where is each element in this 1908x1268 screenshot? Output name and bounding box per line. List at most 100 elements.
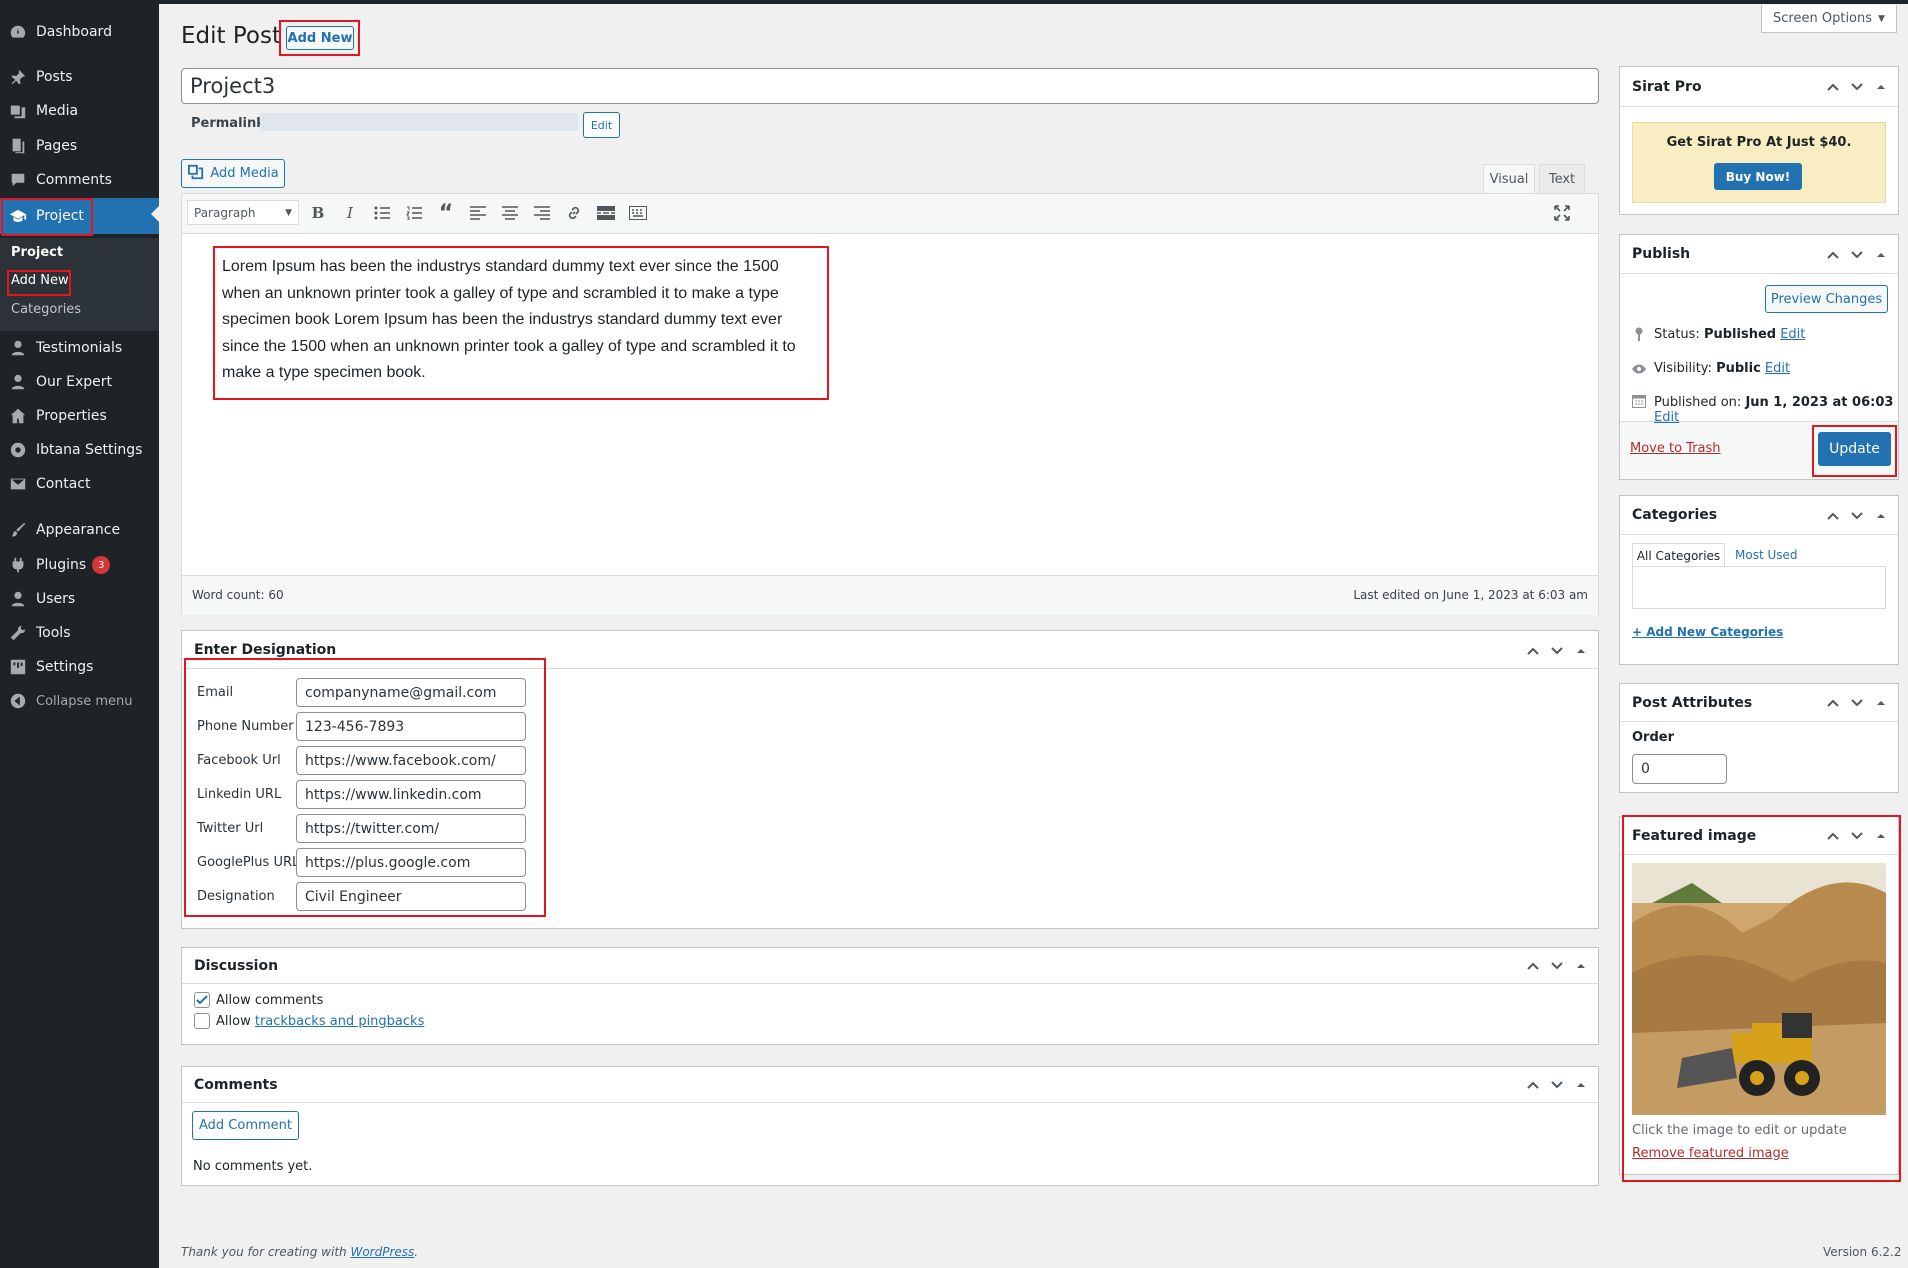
chevron-up-icon[interactable] [1526,959,1540,973]
buy-now-button[interactable]: Buy Now! [1714,163,1802,190]
collapse-menu-button[interactable]: Collapse menu [0,684,159,718]
sidebar-item-properties[interactable]: Properties [0,399,159,433]
submenu-categories[interactable]: Categories [11,302,81,317]
read-more-icon[interactable] [595,202,617,224]
chevron-up-icon[interactable] [1826,696,1840,710]
allow-prefix: Allow [216,1014,251,1029]
align-left-icon[interactable] [467,202,489,224]
chevron-down-icon[interactable] [1550,959,1564,973]
align-right-icon[interactable] [531,202,553,224]
bold-icon[interactable]: B [307,202,329,224]
sidebar-item-contact[interactable]: Contact [0,467,159,501]
bulleted-list-icon[interactable] [371,202,393,224]
add-new-category-link[interactable]: + Add New Categories [1632,625,1783,639]
collapse-arrow-icon[interactable] [1874,829,1888,843]
collapse-arrow-icon[interactable] [1874,696,1888,710]
tab-all-categories[interactable]: All Categories [1632,543,1725,567]
link-icon[interactable] [563,202,585,224]
field-label-facebook: Facebook Url [197,753,281,768]
blockquote-icon[interactable]: “ [435,201,457,226]
chevron-down-icon[interactable] [1850,829,1864,843]
collapse-arrow-icon[interactable] [1574,959,1588,973]
sidebar-item-testimonials[interactable]: Testimonials [0,331,159,365]
sidebar-item-comments[interactable]: Comments [0,163,159,197]
status-edit-link[interactable]: Edit [1780,327,1805,342]
linkedin-url-field[interactable]: https://www.linkedin.com [296,780,526,809]
featured-image-thumbnail[interactable] [1632,863,1886,1115]
sidebar-item-appearance[interactable]: Appearance [0,513,159,547]
collapse-arrow-icon[interactable] [1574,1078,1588,1092]
submenu-add-new[interactable]: Add New [11,273,69,288]
published-on-edit-link[interactable]: Edit [1654,410,1679,425]
chevron-up-icon[interactable] [1526,1078,1540,1092]
add-media-button[interactable]: Add Media [181,159,285,188]
status-row: Status: Published Edit [1654,327,1805,342]
published-on-label: Published on: [1654,395,1742,410]
move-to-trash-link[interactable]: Move to Trash [1630,441,1721,456]
post-content[interactable]: Lorem Ipsum has been the industrys stand… [222,254,818,387]
sidebar-item-tools[interactable]: Tools [0,616,159,650]
tab-visual[interactable]: Visual [1483,164,1535,193]
chevron-down-icon[interactable] [1850,248,1864,262]
wordpress-link[interactable]: WordPress [350,1245,414,1259]
chevron-up-icon[interactable] [1826,248,1840,262]
sidebar-item-users[interactable]: Users [0,582,159,616]
sidebar-item-ibtana-settings[interactable]: Ibtana Settings [0,433,159,467]
chevron-down-icon[interactable] [1850,509,1864,523]
sidebar-item-dashboard[interactable]: Dashboard [0,15,159,49]
chevron-down-icon[interactable] [1850,696,1864,710]
allow-trackbacks-checkbox[interactable] [194,1013,210,1029]
googleplus-url-field[interactable]: https://plus.google.com [296,848,526,877]
chevron-down-icon[interactable] [1550,1078,1564,1092]
order-input[interactable]: 0 [1632,754,1727,784]
phone-field[interactable]: 123-456-7893 [296,712,526,741]
email-field[interactable]: companyname@gmail.com [296,678,526,707]
chevron-up-icon[interactable] [1826,829,1840,843]
format-select[interactable]: Paragraph ▼ [187,200,299,225]
update-button[interactable]: Update [1818,432,1891,466]
permalink-edit-button[interactable]: Edit [583,112,620,138]
fullscreen-icon[interactable] [1551,202,1573,224]
chevron-up-icon[interactable] [1826,509,1840,523]
chevron-up-icon[interactable] [1826,80,1840,94]
italic-icon[interactable]: I [339,202,361,224]
add-comment-button[interactable]: Add Comment [192,1111,299,1140]
designation-field[interactable]: Civil Engineer [296,882,526,911]
categories-checklist[interactable] [1632,566,1886,609]
collapse-arrow-icon[interactable] [1874,248,1888,262]
collapse-arrow-icon[interactable] [1574,644,1588,658]
visibility-edit-link[interactable]: Edit [1765,361,1790,376]
chevron-up-icon[interactable] [1526,644,1540,658]
add-new-button[interactable]: Add New [286,26,354,50]
screen-options-button[interactable]: Screen Options ▼ [1761,5,1897,33]
toolbar-toggle-icon[interactable] [627,202,649,224]
sidebar-item-our-expert[interactable]: Our Expert [0,365,159,399]
sidebar-item-settings[interactable]: Settings [0,650,159,684]
status-value: Published [1703,327,1777,342]
chevron-down-icon[interactable] [1850,80,1864,94]
sidebar-item-posts[interactable]: Posts [0,60,159,94]
pin-icon [1633,327,1645,345]
collapse-arrow-icon[interactable] [1874,509,1888,523]
submenu-project[interactable]: Project [11,245,63,260]
remove-featured-image-link[interactable]: Remove featured image [1632,1146,1789,1161]
format-select-value: Paragraph [194,205,256,220]
collapse-arrow-icon[interactable] [1874,80,1888,94]
sidebar-item-project[interactable]: Project [0,198,159,234]
permalink-label: Permalink: [191,116,271,131]
permalink-url-blurred[interactable] [260,113,578,131]
twitter-url-field[interactable]: https://twitter.com/ [296,814,526,843]
facebook-url-field[interactable]: https://www.facebook.com/ [296,746,526,775]
post-title-input[interactable]: Project3 [181,68,1599,104]
trackbacks-link[interactable]: trackbacks and pingbacks [255,1014,425,1029]
align-center-icon[interactable] [499,202,521,224]
sidebar-item-plugins[interactable]: Plugins 3 [0,548,159,582]
tab-text[interactable]: Text [1539,164,1585,193]
numbered-list-icon[interactable] [403,202,425,224]
preview-changes-button[interactable]: Preview Changes [1765,285,1888,313]
sidebar-item-media[interactable]: Media [0,94,159,128]
sidebar-item-pages[interactable]: Pages [0,129,159,163]
tab-most-used[interactable]: Most Used [1735,548,1798,562]
chevron-down-icon[interactable] [1550,644,1564,658]
allow-comments-checkbox[interactable] [194,992,210,1008]
